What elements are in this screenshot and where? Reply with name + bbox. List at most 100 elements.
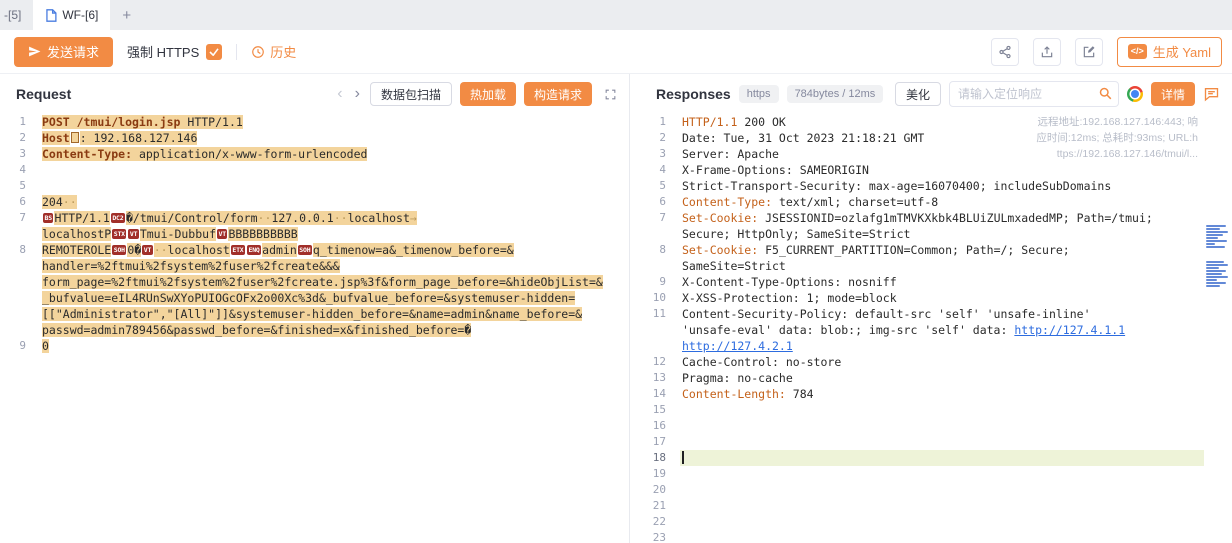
beautify-button[interactable]: 美化 [895, 82, 941, 106]
code-text: /tmui/login.jsp [77, 115, 188, 129]
line-number: 1 [0, 114, 40, 130]
line-number [0, 306, 40, 322]
export-button[interactable] [1033, 38, 1061, 66]
minimap[interactable] [1204, 114, 1232, 543]
code-line: 7Set-Cookie: JSESSIONID=ozlafg1mTMVKXkbk… [640, 210, 1232, 226]
search-icon[interactable] [1098, 86, 1113, 101]
code-line: 16 [640, 418, 1232, 434]
generate-yaml-button[interactable]: </> 生成 Yaml [1117, 37, 1222, 67]
line-number: 8 [640, 242, 680, 258]
line-number: 3 [640, 146, 680, 162]
add-tab-button[interactable]: + [110, 0, 143, 30]
code-text: [["Administrator","[All]"]]&systemuser-h… [42, 307, 582, 321]
line-number: 17 [640, 434, 680, 450]
fullscreen-icon[interactable] [604, 88, 617, 101]
code-text: HTTP/1.1 [682, 115, 737, 129]
code-line: 8REMOTEROLESOH0�VT··localhostETXENQadmin… [0, 242, 629, 258]
request-panel: Request ‹ › 数据包扫描 热加载 构造请求 1POST /tmui/l… [0, 74, 630, 543]
code-text: ·· [334, 211, 348, 225]
code-line: 3Content-Type: application/x-www-form-ur… [0, 146, 629, 162]
tab-prev[interactable]: -[5] [0, 0, 33, 30]
code-text: ·· [258, 211, 272, 225]
panel-splitter[interactable] [630, 74, 640, 543]
code-text: admin [262, 243, 297, 257]
code-text: _bufvalue=eIL4RUnSwXYoPUIOGcOFx2o00Xc%3d… [42, 291, 575, 305]
line-number: 11 [640, 306, 680, 322]
code-line: 10X-XSS-Protection: 1; mode=block [640, 290, 1232, 306]
line-number: 4 [640, 162, 680, 178]
code-line: http://127.4.2.1 [640, 338, 1232, 354]
code-text: Server: Apache [682, 147, 779, 161]
details-button[interactable]: 详情 [1151, 82, 1195, 106]
prev-request-button[interactable]: ‹ [335, 86, 344, 102]
line-number: 20 [640, 482, 680, 498]
line-number: 23 [640, 530, 680, 543]
file-icon [45, 9, 57, 22]
control-char-badge: VT [217, 229, 227, 239]
code-text: � [126, 211, 133, 225]
chrome-icon[interactable] [1127, 86, 1143, 102]
control-char-badge: VT [142, 245, 152, 255]
line-number: 6 [0, 194, 40, 210]
history-button[interactable]: 历史 [251, 42, 296, 61]
packet-scan-button[interactable]: 数据包扫描 [370, 82, 452, 106]
code-text: handler=%2ftmui%2fsystem%2fuser%2fcreate… [42, 259, 340, 273]
line-number [0, 290, 40, 306]
line-number: 18 [640, 450, 680, 466]
toolbar-divider [236, 44, 237, 60]
line-number: 10 [640, 290, 680, 306]
code-text: form_page=%2ftmui%2fsystem%2fuser%2fcrea… [42, 275, 603, 289]
tab-active-label: WF-[6] [62, 8, 98, 22]
edit-icon [1082, 45, 1096, 59]
response-editor[interactable]: 1HTTP/1.1 200 OK远程地址:192.168.127.146:443… [640, 114, 1232, 543]
share-button[interactable] [991, 38, 1019, 66]
code-line: 'unsafe-eval' data: blob:; img-src 'self… [640, 322, 1232, 338]
send-icon [28, 45, 41, 58]
code-text: ·· [63, 195, 77, 209]
code-text: Set-Cookie: [682, 211, 758, 225]
code-line: SameSite=Strict [640, 258, 1232, 274]
line-number: 5 [640, 178, 680, 194]
code-line: form_page=%2ftmui%2fsystem%2fuser%2fcrea… [0, 274, 629, 290]
line-number [640, 322, 680, 338]
construct-request-button[interactable]: 构造请求 [524, 82, 592, 106]
text-cursor [682, 451, 684, 464]
app-window: -[5] WF-[6] + 发送请求 强制 HTTPS [0, 0, 1232, 543]
next-request-button[interactable]: › [353, 86, 362, 102]
code-text: X-XSS-Protection: 1; mode=block [682, 291, 897, 305]
code-text: X-Frame-Options: SAMEORIGIN [682, 163, 869, 177]
line-number: 1 [640, 114, 680, 130]
control-char-badge: BS [43, 213, 53, 223]
line-number: 2 [640, 130, 680, 146]
tab-bar: -[5] WF-[6] + [0, 0, 1232, 30]
code-line: 6Content-Type: text/xml; charset=utf-8 [640, 194, 1232, 210]
edit-button[interactable] [1075, 38, 1103, 66]
control-char-badge: STX [112, 229, 126, 239]
code-line: 2Date: Tue, 31 Oct 2023 21:18:21 GMT应时间:… [640, 130, 1232, 146]
checkbox-checked-icon[interactable] [206, 44, 222, 60]
line-number: 13 [640, 370, 680, 386]
request-editor[interactable]: 1POST /tmui/login.jsp HTTP/1.12Host: 192… [0, 114, 629, 543]
hot-reload-button[interactable]: 热加载 [460, 82, 516, 106]
line-number [0, 258, 40, 274]
chat-icon[interactable] [1203, 86, 1220, 102]
code-icon: </> [1128, 44, 1147, 59]
code-text: Pragma: no-cache [682, 371, 793, 385]
code-text: BBBBBBBBBB [228, 227, 297, 241]
code-text: localhost [168, 243, 230, 257]
main-split: Request ‹ › 数据包扫描 热加载 构造请求 1POST /tmui/l… [0, 74, 1232, 543]
send-request-button[interactable]: 发送请求 [14, 37, 113, 67]
code-line: 23 [640, 530, 1232, 543]
code-line: 8Set-Cookie: F5_CURRENT_PARTITION=Common… [640, 242, 1232, 258]
force-https-toggle[interactable]: 强制 HTTPS [127, 42, 222, 61]
tab-active[interactable]: WF-[6] [33, 0, 110, 30]
code-text: localhost [348, 211, 410, 225]
control-char-badge: VT [128, 229, 138, 239]
code-text: X-Content-Type-Options: nosniff [682, 275, 897, 289]
line-number: 5 [0, 178, 40, 194]
code-text: Date: Tue, 31 Oct 2023 21:18:21 GMT [682, 131, 924, 145]
code-line: 90 [0, 338, 629, 354]
line-number: 21 [640, 498, 680, 514]
line-number: 2 [0, 130, 40, 146]
search-input[interactable] [949, 81, 1119, 107]
